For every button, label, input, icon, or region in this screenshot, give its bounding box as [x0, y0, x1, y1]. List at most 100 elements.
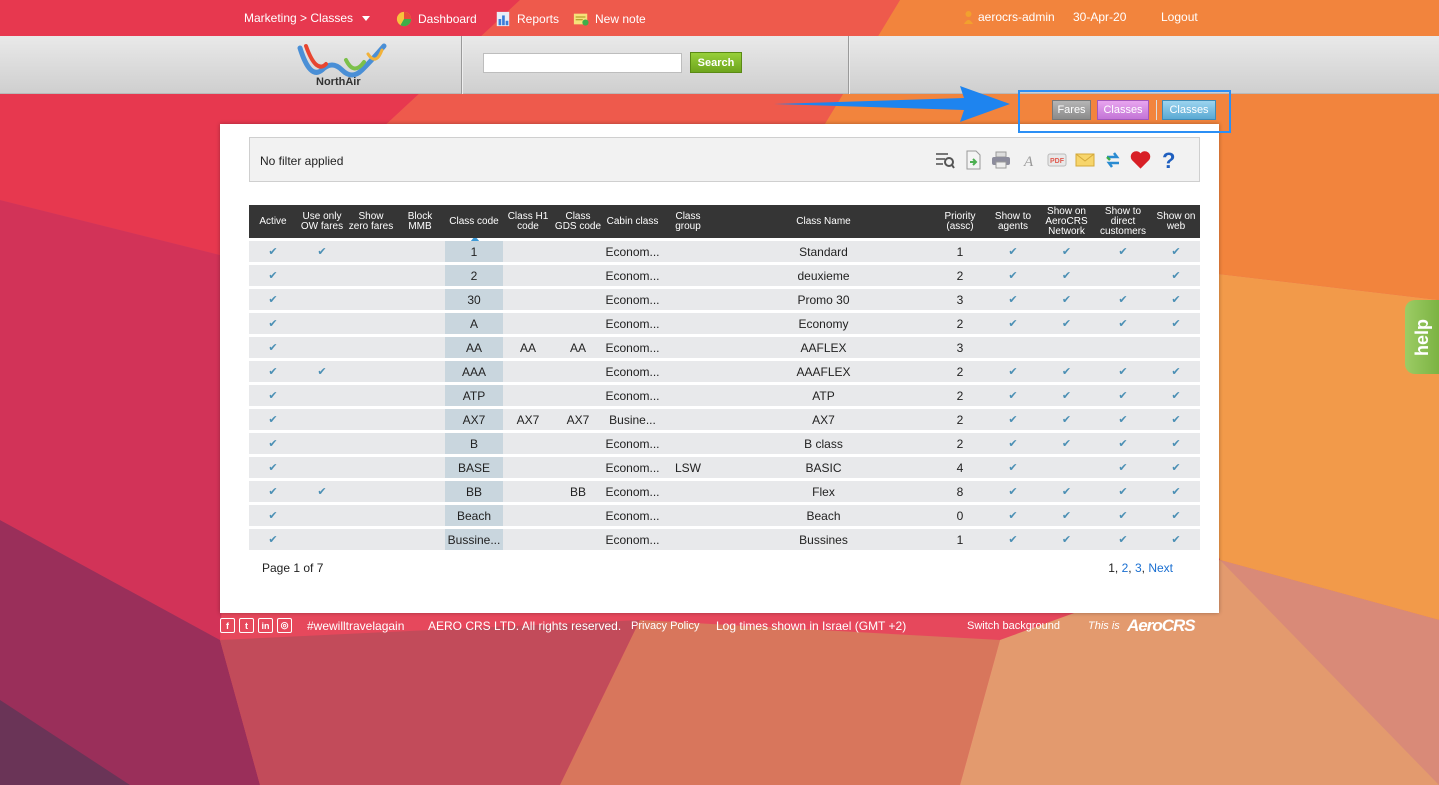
- help-icon[interactable]: ?: [1158, 149, 1179, 171]
- col-show-to-direct[interactable]: Show to direct customers: [1094, 205, 1152, 238]
- switch-background-link[interactable]: Switch background: [967, 620, 1060, 632]
- table-row[interactable]: ✔ ✔ BB BB Econom... Flex 8 ✔ ✔ ✔ ✔: [249, 481, 1200, 502]
- table-row[interactable]: ✔ AX7 AX7 AX7 Busine... AX7 2 ✔ ✔ ✔ ✔: [249, 409, 1200, 430]
- page-1[interactable]: 1: [1108, 561, 1115, 575]
- cell-name: AAFLEX: [714, 337, 933, 358]
- dashboard-link[interactable]: Dashboard: [395, 11, 477, 27]
- pdf-icon[interactable]: PDF: [1046, 149, 1067, 170]
- cell-active: ✔: [249, 409, 297, 430]
- col-cabin-class[interactable]: Cabin class: [603, 205, 662, 238]
- cell-h1: [503, 265, 553, 286]
- cell-web: ✔: [1152, 265, 1200, 286]
- facebook-icon[interactable]: f: [220, 618, 235, 633]
- cell-group: [662, 505, 714, 526]
- cell-ow: [297, 433, 347, 454]
- filter-status: No filter applied: [260, 154, 344, 168]
- col-priority[interactable]: Priority (assc): [933, 205, 987, 238]
- search-button[interactable]: Search: [690, 52, 742, 73]
- menu-dropdown[interactable]: Marketing > Classes: [244, 11, 371, 25]
- cell-network: ✔: [1039, 385, 1094, 406]
- cell-group: [662, 481, 714, 502]
- cell-mmb: [395, 481, 445, 502]
- breadcrumb-classes-current[interactable]: Classes: [1162, 100, 1216, 120]
- cell-name: Beach: [714, 505, 933, 526]
- cell-ow: ✔: [297, 241, 347, 262]
- export-icon[interactable]: [962, 149, 983, 170]
- col-show-on-web[interactable]: Show on web: [1152, 205, 1200, 238]
- new-note-label: New note: [595, 12, 646, 26]
- next-page-link[interactable]: Next: [1148, 561, 1173, 575]
- cell-cabin: Econom...: [603, 481, 662, 502]
- page-3-link[interactable]: 3: [1135, 561, 1142, 575]
- table-row[interactable]: ✔ ✔ 1 Econom... Standard 1 ✔ ✔ ✔ ✔: [249, 241, 1200, 262]
- table-row[interactable]: ✔ AA AA AA Econom... AAFLEX 3: [249, 337, 1200, 358]
- cell-zero: [347, 241, 395, 262]
- table-row[interactable]: ✔ BASE Econom... LSW BASIC 4 ✔ ✔ ✔: [249, 457, 1200, 478]
- pie-chart-icon: [396, 11, 412, 27]
- page-2-link[interactable]: 2: [1122, 561, 1129, 575]
- svg-text:A: A: [1023, 154, 1034, 169]
- cell-gds: [553, 313, 603, 334]
- col-active[interactable]: Active: [249, 205, 297, 238]
- cell-agents: ✔: [987, 505, 1039, 526]
- search-input[interactable]: [483, 53, 682, 73]
- cell-h1: [503, 385, 553, 406]
- cell-agents: ✔: [987, 289, 1039, 310]
- privacy-policy-link[interactable]: Privacy Policy: [631, 620, 699, 632]
- table-row[interactable]: ✔ B Econom... B class 2 ✔ ✔ ✔ ✔: [249, 433, 1200, 454]
- breadcrumb-classes-parent[interactable]: Classes: [1097, 100, 1149, 120]
- col-show-to-agents[interactable]: Show to agents: [987, 205, 1039, 238]
- table-row[interactable]: ✔ 30 Econom... Promo 30 3 ✔ ✔ ✔ ✔: [249, 289, 1200, 310]
- reports-label: Reports: [517, 12, 560, 26]
- table-row[interactable]: ✔ ✔ AAA Econom... AAAFLEX 2 ✔ ✔ ✔ ✔: [249, 361, 1200, 382]
- col-block-mmb[interactable]: Block MMB: [395, 205, 445, 238]
- cell-active: ✔: [249, 505, 297, 526]
- email-icon[interactable]: [1074, 149, 1095, 170]
- header-divider: [461, 36, 463, 94]
- user-menu[interactable]: aerocrs-admin: [964, 10, 1055, 24]
- col-show-on-network[interactable]: Show on AeroCRS Network: [1039, 205, 1094, 238]
- cell-mmb: [395, 265, 445, 286]
- cell-agents: [987, 337, 1039, 358]
- table-row[interactable]: ✔ ATP Econom... ATP 2 ✔ ✔ ✔ ✔: [249, 385, 1200, 406]
- log-times-text: Log times shown in Israel (GMT +2): [716, 619, 907, 633]
- cell-priority: 0: [933, 505, 987, 526]
- twitter-icon[interactable]: t: [239, 618, 254, 633]
- font-icon[interactable]: A: [1018, 149, 1039, 170]
- cell-direct: ✔: [1094, 505, 1152, 526]
- instagram-icon[interactable]: ◎: [277, 618, 292, 633]
- refresh-icon[interactable]: [1102, 149, 1123, 170]
- table-row[interactable]: ✔ Beach Econom... Beach 0 ✔ ✔ ✔ ✔: [249, 505, 1200, 526]
- col-class-code[interactable]: Class code: [445, 205, 503, 238]
- cell-zero: [347, 265, 395, 286]
- table-row[interactable]: ✔ Bussine... Econom... Bussines 1 ✔ ✔ ✔ ✔: [249, 529, 1200, 550]
- col-use-only-ow-fares[interactable]: Use only OW fares: [297, 205, 347, 238]
- search-icon[interactable]: [934, 149, 955, 170]
- reports-link[interactable]: Reports: [494, 11, 559, 27]
- cell-cabin: Econom...: [603, 433, 662, 454]
- favorite-icon[interactable]: [1130, 149, 1151, 170]
- help-tab[interactable]: help: [1405, 300, 1439, 374]
- cell-ow: ✔: [297, 361, 347, 382]
- col-class-group[interactable]: Class group: [662, 205, 714, 238]
- new-note-link[interactable]: New note: [572, 11, 646, 27]
- top-bar: Marketing > Classes Dashboard Reports Ne…: [0, 0, 1439, 36]
- cell-web: ✔: [1152, 241, 1200, 262]
- print-icon[interactable]: [990, 149, 1011, 170]
- cell-gds: [553, 385, 603, 406]
- col-class-h1-code[interactable]: Class H1 code: [503, 205, 553, 238]
- cell-priority: 2: [933, 265, 987, 286]
- cell-zero: [347, 289, 395, 310]
- col-show-zero-fares[interactable]: Show zero fares: [347, 205, 395, 238]
- copyright-text: AERO CRS LTD. All rights reserved.: [428, 619, 622, 633]
- table-row[interactable]: ✔ A Econom... Economy 2 ✔ ✔ ✔ ✔: [249, 313, 1200, 334]
- table-row[interactable]: ✔ 2 Econom... deuxieme 2 ✔ ✔ ✔: [249, 265, 1200, 286]
- breadcrumb-fares[interactable]: Fares: [1052, 100, 1091, 120]
- cell-active: ✔: [249, 337, 297, 358]
- col-class-gds-code[interactable]: Class GDS code: [553, 205, 603, 238]
- cell-code: BASE: [445, 457, 503, 478]
- cell-mmb: [395, 409, 445, 430]
- linkedin-icon[interactable]: in: [258, 618, 273, 633]
- logout-link[interactable]: Logout: [1161, 10, 1198, 24]
- col-class-name[interactable]: Class Name: [714, 205, 933, 238]
